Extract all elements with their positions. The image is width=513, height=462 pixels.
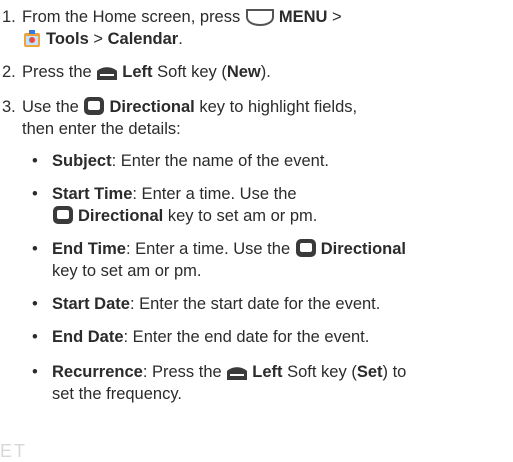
menu-key-icon (245, 8, 275, 26)
field-description: key to set am or pm. (167, 207, 318, 225)
step-text: Press the (22, 63, 92, 81)
new-label: New (226, 63, 261, 81)
tools-label: Tools (46, 30, 89, 48)
step-number: 1. (2, 8, 16, 26)
list-item: • Subject: Enter the name of the event. (30, 150, 510, 172)
bullet-dot: • (32, 185, 38, 203)
list-item: • Recurrence: Press the Left Soft key (S… (30, 361, 510, 405)
set-label: Set (356, 363, 383, 381)
directional-label: Directional (320, 240, 406, 258)
field-term: End Time (52, 240, 126, 258)
field-description: : Press the (142, 363, 222, 381)
directional-label: Directional (109, 98, 195, 116)
directional-key-icon (83, 96, 105, 116)
step-number: 2. (2, 63, 16, 81)
field-term: Recurrence (52, 363, 143, 381)
left-label: Left (252, 363, 283, 381)
calendar-label: Calendar (107, 30, 179, 48)
left-softkey-icon (226, 365, 248, 381)
field-description: ) to (382, 363, 407, 381)
step-text: From the Home screen, press (22, 8, 241, 26)
list-item: • Start Time: Enter a time. Use the Dire… (30, 183, 510, 227)
directional-key-icon (52, 205, 74, 225)
menu-label: MENU (278, 8, 328, 26)
field-description: : Enter the start date for the event. (129, 295, 381, 313)
bullet-dot: • (32, 363, 38, 381)
bullet-dot: • (32, 152, 38, 170)
directional-key-icon (295, 238, 317, 258)
field-term: Start Date (52, 295, 130, 313)
step-text: ). (260, 63, 271, 81)
field-term: End Date (52, 328, 124, 346)
list-item: • End Time: Enter a time. Use the Direct… (30, 238, 510, 282)
separator: > (332, 8, 342, 26)
field-description: Soft key ( (287, 363, 357, 381)
left-label: Left (122, 63, 153, 81)
field-description: key to set am or pm. (52, 262, 202, 280)
bullet-dot: • (32, 328, 38, 346)
field-description: : Enter the name of the event. (111, 152, 329, 170)
step-2: 2. Press the Left Soft key (New). (0, 61, 508, 83)
period: . (178, 30, 183, 48)
field-description: : Enter a time. Use the (125, 240, 291, 258)
field-description: set the frequency. (52, 385, 182, 403)
field-description: : Enter a time. Use the (132, 185, 297, 203)
bullet-dot: • (32, 240, 38, 258)
list-item: • Start Date: Enter the start date for t… (30, 293, 510, 315)
field-term: Start Time (52, 185, 133, 203)
step-1: 1. From the Home screen, press MENU > To… (0, 6, 508, 50)
field-description: : Enter the end date for the event. (123, 328, 370, 346)
field-term: Subject (52, 152, 112, 170)
list-item: • End Date: Enter the end date for the e… (30, 326, 510, 348)
bullet-dot: • (32, 295, 38, 313)
step-text: Soft key ( (157, 63, 227, 81)
watermark: ET (0, 441, 28, 461)
step-number: 3. (2, 98, 16, 116)
tools-icon (22, 30, 42, 48)
step-text: key to highlight fields, (199, 98, 358, 116)
separator: > (93, 30, 104, 48)
instruction-page: 1. From the Home screen, press MENU > To… (0, 0, 513, 462)
left-softkey-icon (96, 65, 118, 81)
step-text: then enter the details: (22, 120, 181, 138)
step-3: 3. Use the Directional key to highlight … (0, 96, 508, 140)
directional-label: Directional (78, 207, 164, 225)
step-text: Use the (22, 98, 79, 116)
